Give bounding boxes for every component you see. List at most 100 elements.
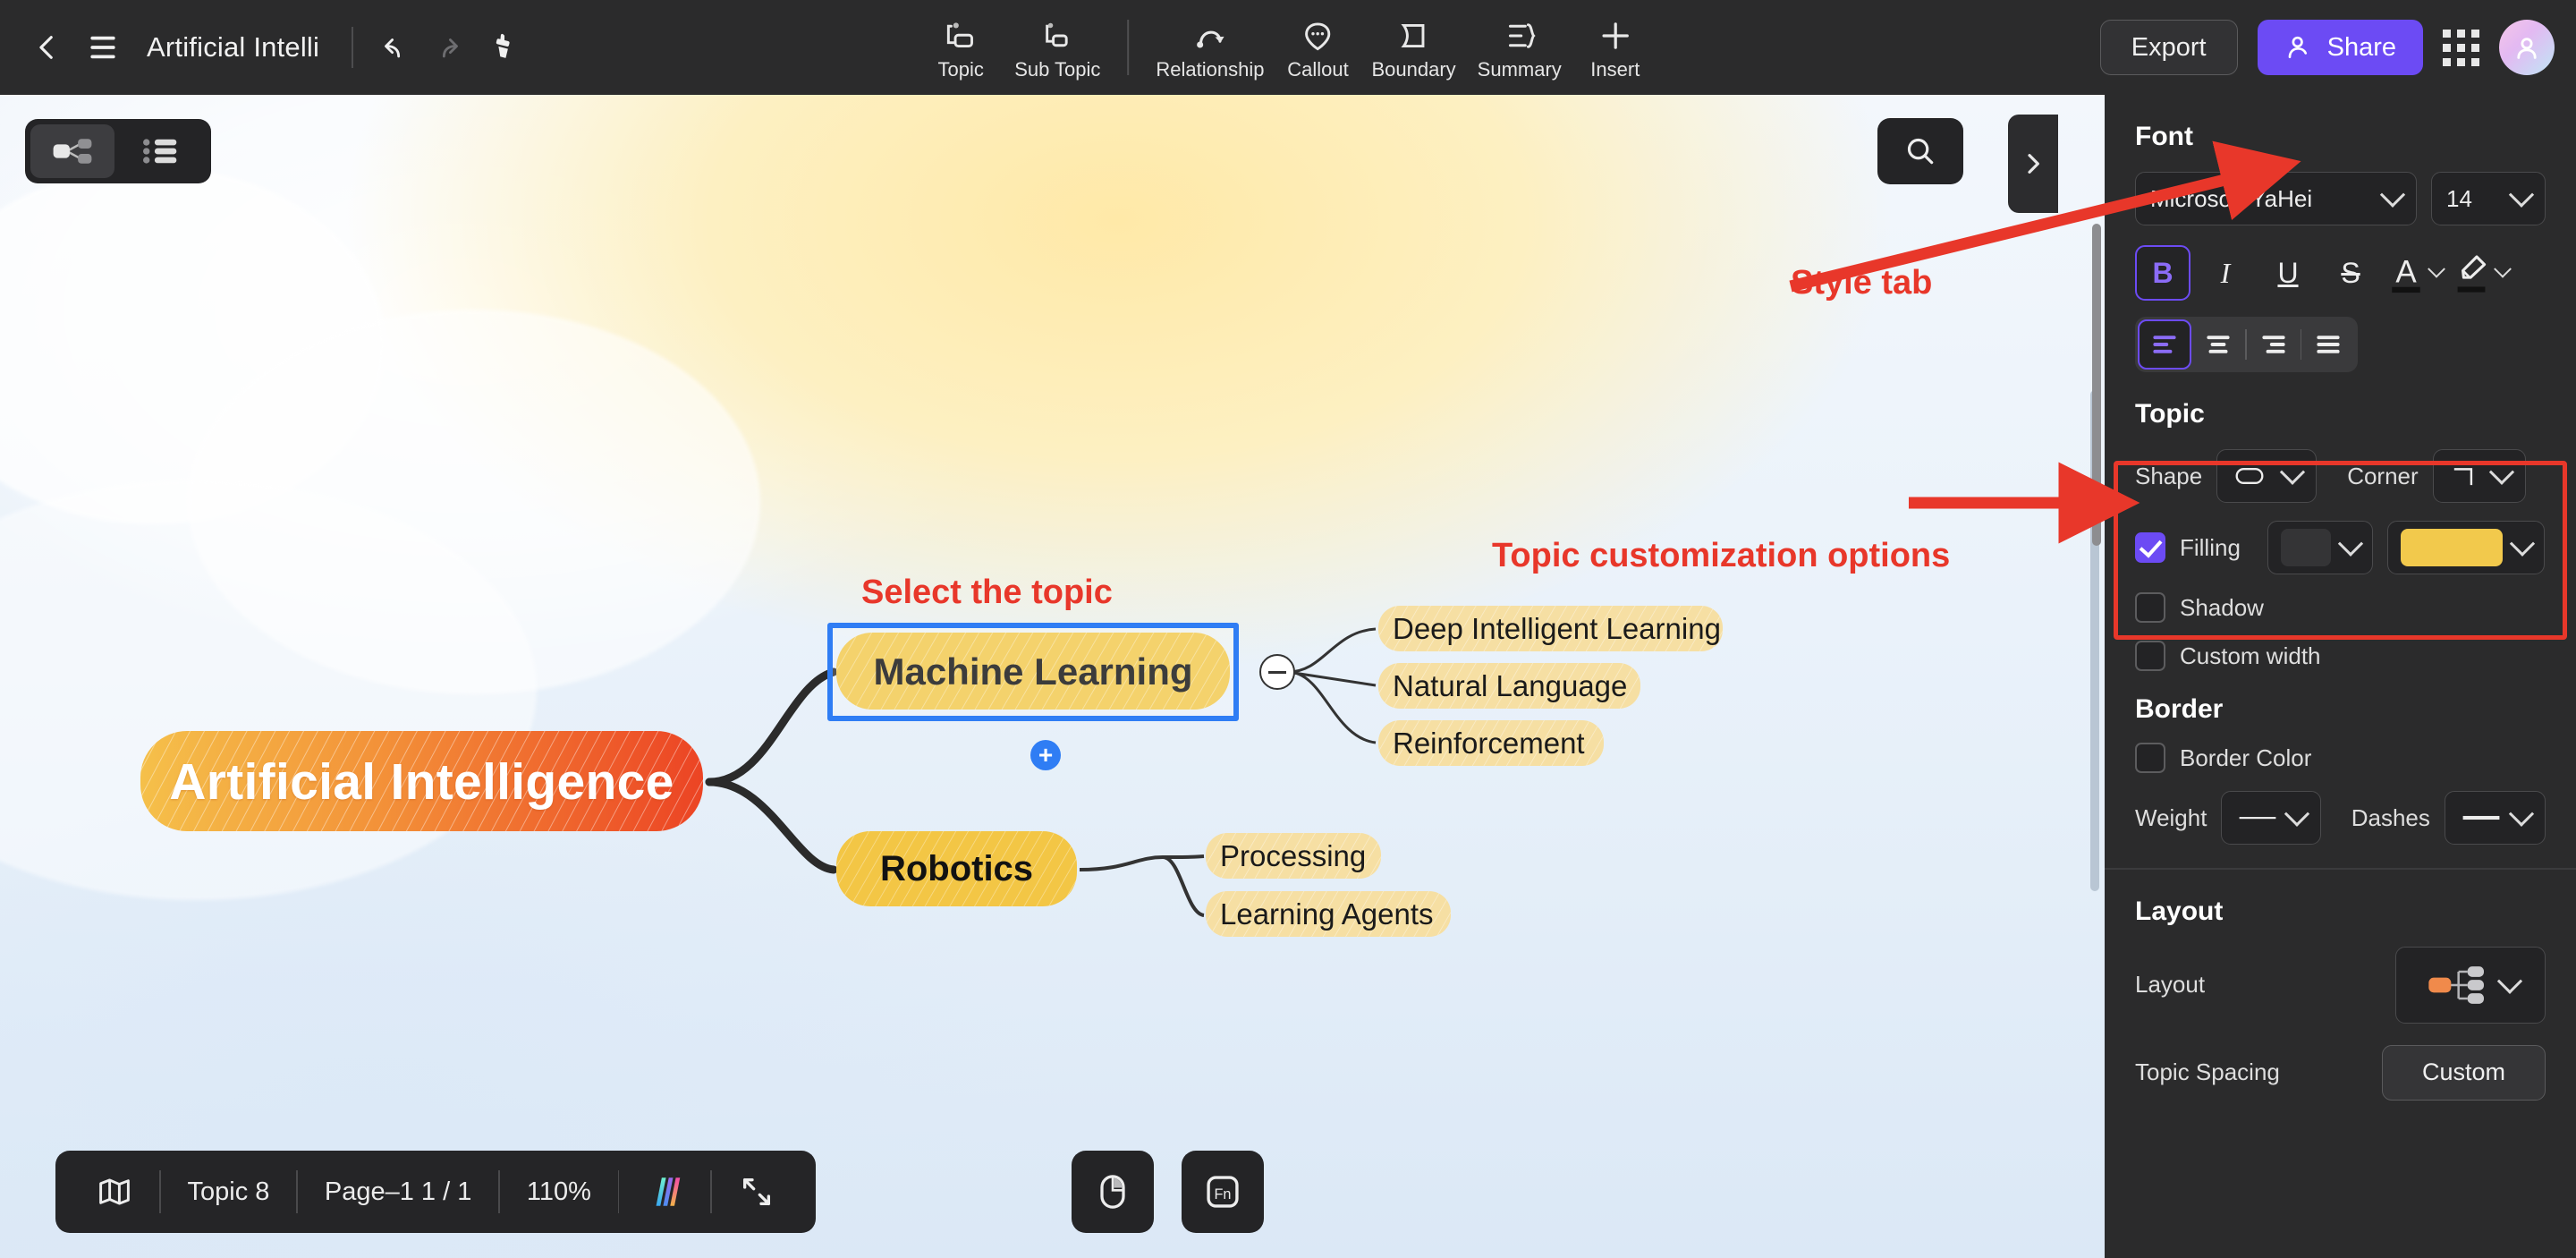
- text-color-button[interactable]: A: [2385, 248, 2445, 298]
- view-mode-toggle[interactable]: [25, 119, 211, 183]
- italic-button[interactable]: I: [2198, 245, 2253, 301]
- fullscreen-button[interactable]: [712, 1174, 801, 1210]
- tool-boundary[interactable]: Boundary: [1360, 15, 1466, 81]
- subnode-label: Reinforcement: [1393, 726, 1585, 760]
- share-button[interactable]: Share: [2257, 20, 2423, 75]
- person-add-icon: [2288, 36, 2307, 58]
- custom-width-checkbox[interactable]: [2135, 641, 2165, 671]
- node-label: Artificial Intelligence: [169, 753, 674, 811]
- panel-collapse-button[interactable]: [2008, 115, 2058, 213]
- search-button[interactable]: [1877, 118, 1963, 184]
- align-center-button[interactable]: [2191, 319, 2245, 370]
- mindmap-subnode[interactable]: Deep Intelligent Learning: [1377, 600, 1724, 657]
- text-format-row: B I U S A: [2135, 245, 2546, 301]
- avatar[interactable]: [2499, 20, 2555, 75]
- tool-insert[interactable]: Insert: [1572, 15, 1658, 81]
- shadow-checkbox[interactable]: [2135, 592, 2165, 623]
- filling-color-select[interactable]: [2386, 521, 2545, 574]
- fill-color-swatch: [2400, 529, 2503, 566]
- tool-label: Relationship: [1156, 57, 1265, 81]
- tool-topic[interactable]: Topic: [918, 15, 1004, 81]
- mouse-mode-button[interactable]: [1072, 1151, 1154, 1233]
- filling-checkbox[interactable]: [2135, 532, 2165, 563]
- filling-pattern-select[interactable]: [2267, 521, 2373, 574]
- shape-corner-row: Shape Corner: [2135, 449, 2546, 503]
- mindmap-node-robotics[interactable]: Robotics: [834, 828, 1080, 910]
- font-family-value: Microsoft YaHei: [2150, 184, 2313, 212]
- strikethrough-button[interactable]: S: [2323, 245, 2378, 301]
- export-button[interactable]: Export: [2099, 20, 2238, 75]
- custom-width-row: Custom width: [2135, 641, 2546, 671]
- weight-select[interactable]: [2221, 791, 2321, 845]
- corner-select[interactable]: [2432, 449, 2526, 503]
- dashes-select[interactable]: [2444, 791, 2546, 845]
- highlight-color-button[interactable]: [2450, 248, 2512, 298]
- mindmap-subnode[interactable]: Learning Agents: [1204, 887, 1453, 941]
- panel-vertical-scrollbar[interactable]: [2092, 224, 2101, 546]
- style-panel: Canvas Style Mark Clipart: [2092, 0, 2576, 1258]
- tool-callout[interactable]: Callout: [1275, 15, 1360, 81]
- mindmap-subnode[interactable]: Natural Language: [1377, 658, 1642, 714]
- sub-topic-icon: [1046, 22, 1068, 47]
- apps-grid-icon[interactable]: [2443, 29, 2479, 66]
- back-button[interactable]: [20, 20, 75, 75]
- toolbar-right-group: Export Share: [2099, 20, 2555, 75]
- weight-dashes-row: Weight Dashes: [2135, 791, 2546, 845]
- underline-button[interactable]: U: [2260, 245, 2316, 301]
- mindmap-subnode[interactable]: Reinforcement: [1377, 715, 1606, 771]
- user-avatar-icon: [2517, 38, 2537, 59]
- topic-icon: [946, 21, 973, 47]
- solid-line-icon: [2462, 815, 2500, 820]
- topic-spacing-label: Topic Spacing: [2135, 1058, 2280, 1085]
- align-right-button[interactable]: [2247, 319, 2301, 370]
- mindmap-view-button[interactable]: [30, 124, 114, 178]
- collapse-children-button[interactable]: [1259, 654, 1295, 690]
- align-left-button[interactable]: [2138, 319, 2191, 370]
- outline-view-button[interactable]: [118, 124, 202, 178]
- svg-text:Fn: Fn: [1215, 1186, 1232, 1203]
- format-painter-button[interactable]: [477, 20, 532, 75]
- mindmap-canvas[interactable]: Artificial Intelligence Machine Learning…: [0, 95, 2105, 1258]
- top-toolbar: Artificial Intelli Topic Sub Topic Relat…: [0, 0, 2576, 95]
- mindmap-node-machine-learning[interactable]: Machine Learning: [834, 628, 1233, 715]
- shape-select[interactable]: [2216, 449, 2318, 503]
- map-overview-button[interactable]: [70, 1177, 159, 1207]
- theme-button[interactable]: [619, 1172, 710, 1211]
- theme-colors-icon: [656, 1177, 681, 1206]
- corner-label: Corner: [2347, 462, 2419, 489]
- bold-button[interactable]: B: [2135, 245, 2190, 301]
- annotation-topic-customization: Topic customization options: [1492, 537, 1951, 574]
- font-section: Font Microsoft YaHei 14 B I U S A: [2105, 122, 2576, 372]
- align-right-icon: [2261, 336, 2285, 353]
- menu-button[interactable]: [75, 20, 131, 75]
- zoom-level[interactable]: 110%: [500, 1177, 618, 1207]
- topic-count[interactable]: Topic 8: [161, 1177, 297, 1207]
- page-indicator[interactable]: Page–1 1 / 1: [298, 1177, 498, 1207]
- fn-shortcut-button[interactable]: Fn: [1182, 1151, 1264, 1233]
- tool-sub-topic[interactable]: Sub Topic: [1004, 15, 1111, 81]
- undo-button[interactable]: [366, 20, 421, 75]
- tool-relationship[interactable]: Relationship: [1145, 15, 1275, 81]
- mindmap-subnode[interactable]: Processing: [1204, 829, 1383, 883]
- layout-label: Layout: [2135, 971, 2206, 998]
- annotation-select-topic: Select the topic: [861, 574, 1113, 611]
- layout-select[interactable]: [2395, 946, 2546, 1024]
- document-title[interactable]: Artificial Intelli: [147, 31, 319, 64]
- font-family-select[interactable]: Microsoft YaHei: [2135, 172, 2417, 225]
- status-bar: Topic 8 Page–1 1 / 1 110%: [55, 1151, 816, 1233]
- chevron-left-icon: [39, 36, 53, 59]
- align-justify-button[interactable]: [2301, 319, 2355, 370]
- tool-summary[interactable]: Summary: [1467, 15, 1572, 81]
- border-color-checkbox[interactable]: [2135, 743, 2165, 773]
- boundary-icon: [1401, 23, 1425, 47]
- tool-label: Boundary: [1371, 57, 1456, 81]
- add-child-button[interactable]: +: [1030, 740, 1061, 770]
- redo-icon: [443, 38, 459, 58]
- section-divider: [2105, 868, 2576, 870]
- align-justify-icon: [2317, 336, 2340, 353]
- redo-button[interactable]: [421, 20, 477, 75]
- topic-spacing-row: Topic Spacing Custom: [2135, 1044, 2546, 1101]
- mindmap-node-root[interactable]: Artificial Intelligence: [137, 724, 707, 840]
- topic-spacing-custom-button[interactable]: Custom: [2381, 1044, 2546, 1101]
- font-size-select[interactable]: 14: [2431, 172, 2546, 225]
